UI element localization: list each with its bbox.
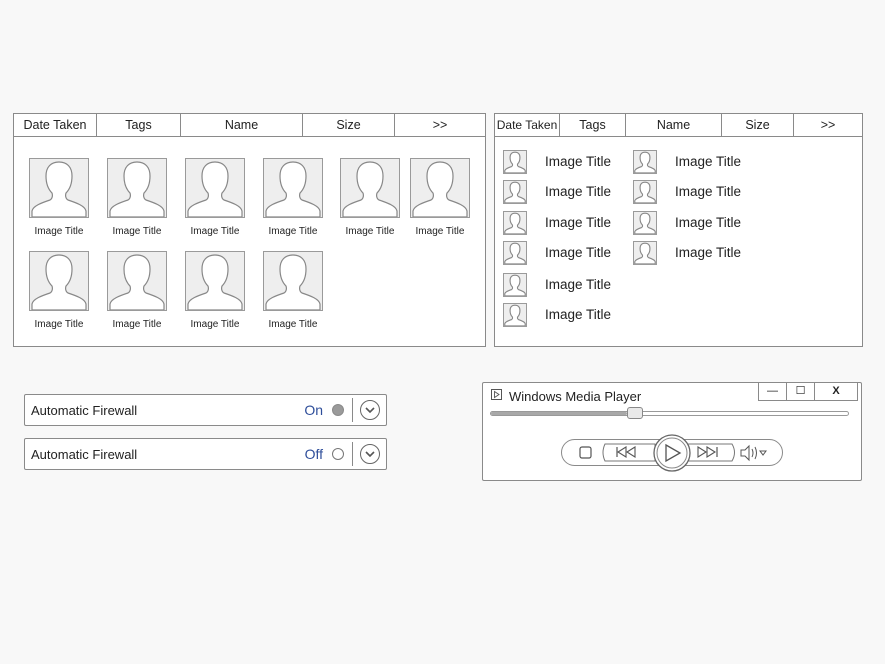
firewall-label: Automatic Firewall <box>31 403 138 418</box>
thumbnail-item[interactable]: Image Title <box>27 158 91 237</box>
person-silhouette-icon <box>107 251 167 311</box>
person-silhouette-icon <box>503 303 527 327</box>
person-silhouette-icon <box>633 241 657 265</box>
firewall-state: Off <box>304 446 323 462</box>
thumbnail-item[interactable]: Image Title <box>408 158 472 237</box>
thumbnail-area: Image Title Image Title Image Title Imag… <box>14 137 485 346</box>
thumbnail-item[interactable]: Image Title <box>27 251 91 330</box>
column-name[interactable]: Name <box>626 114 722 136</box>
list-item-title: Image Title <box>545 215 612 230</box>
thumbnail-title: Image Title <box>268 319 318 330</box>
previous-icon[interactable] <box>602 443 656 462</box>
firewall-toggle[interactable] <box>332 404 344 416</box>
column-tags[interactable]: Tags <box>97 114 181 136</box>
person-silhouette-icon <box>503 150 527 174</box>
firewall-label: Automatic Firewall <box>31 447 138 462</box>
person-silhouette-icon <box>29 251 89 311</box>
firewall-row-off: Automatic Firewall Off <box>24 438 387 470</box>
list-item-title: Image Title <box>545 245 612 260</box>
thumbnail-item[interactable]: Image Title <box>105 251 169 330</box>
volume-icon[interactable] <box>740 444 767 462</box>
thumbnail-item[interactable]: Image Title <box>261 158 325 237</box>
thumbnail-title: Image Title <box>112 226 162 237</box>
list-item-title: Image Title <box>545 184 612 199</box>
list-item-title: Image Title <box>545 277 612 292</box>
person-silhouette-icon <box>633 180 657 204</box>
column-date-taken[interactable]: Date Taken <box>14 114 97 136</box>
divider <box>352 398 353 422</box>
list-item-title: Image Title <box>545 307 612 322</box>
list-item-title: Image Title <box>675 184 742 199</box>
thumbnail-item[interactable]: Image Title <box>105 158 169 237</box>
person-silhouette-icon <box>185 251 245 311</box>
column-size[interactable]: Size <box>303 114 395 136</box>
image-grid-view: Date Taken Tags Name Size >> Image Title… <box>13 113 486 347</box>
person-silhouette-icon <box>503 273 527 297</box>
window-controls: — ☐ X <box>758 383 858 401</box>
column-more[interactable]: >> <box>395 114 485 136</box>
person-silhouette-icon <box>107 158 167 218</box>
column-date-taken[interactable]: Date Taken <box>495 114 560 136</box>
person-silhouette-icon <box>503 211 527 235</box>
media-player-app-icon <box>491 389 502 400</box>
list-item-title: Image Title <box>545 154 612 169</box>
thumbnail-title: Image Title <box>415 226 465 237</box>
thumbnail-title: Image Title <box>112 319 162 330</box>
column-name[interactable]: Name <box>181 114 303 136</box>
person-silhouette-icon <box>503 241 527 265</box>
transport-controls <box>579 434 767 472</box>
list-item-title: Image Title <box>675 215 742 230</box>
thumbnail-item[interactable]: Image Title <box>338 158 402 237</box>
window-title: Windows Media Player <box>509 389 642 404</box>
thumbnail-title: Image Title <box>345 226 395 237</box>
chevron-down-icon[interactable] <box>360 400 380 420</box>
thumbnail-item[interactable]: Image Title <box>261 251 325 330</box>
person-silhouette-icon <box>340 158 400 218</box>
person-silhouette-icon <box>263 251 323 311</box>
thumbnail-title: Image Title <box>34 226 84 237</box>
thumbnail-title: Image Title <box>190 319 240 330</box>
list-item-title: Image Title <box>675 245 742 260</box>
play-icon[interactable] <box>653 434 691 472</box>
thumbnail-title: Image Title <box>268 226 318 237</box>
column-size[interactable]: Size <box>722 114 794 136</box>
image-list-view: Date Taken Tags Name Size >> Image Title… <box>494 113 863 347</box>
person-silhouette-icon <box>29 158 89 218</box>
person-silhouette-icon <box>633 150 657 174</box>
chevron-down-icon[interactable] <box>360 444 380 464</box>
seek-bar-fill <box>491 412 628 415</box>
person-silhouette-icon <box>185 158 245 218</box>
seek-handle[interactable] <box>627 407 644 419</box>
maximize-button[interactable]: ☐ <box>787 383 815 400</box>
list-column-header: Date Taken Tags Name Size >> <box>495 114 862 137</box>
grid-column-header: Date Taken Tags Name Size >> <box>14 114 485 137</box>
thumbnail-item[interactable]: Image Title <box>183 251 247 330</box>
list-item-title: Image Title <box>675 154 742 169</box>
divider <box>352 442 353 466</box>
thumbnail-item[interactable]: Image Title <box>183 158 247 237</box>
person-silhouette-icon <box>410 158 470 218</box>
person-silhouette-icon <box>633 211 657 235</box>
column-tags[interactable]: Tags <box>560 114 626 136</box>
next-icon[interactable] <box>686 443 735 462</box>
close-button[interactable]: X <box>815 383 857 400</box>
minimize-button[interactable]: — <box>759 383 787 400</box>
seek-bar[interactable] <box>490 411 849 416</box>
column-more[interactable]: >> <box>794 114 862 136</box>
person-silhouette-icon <box>503 180 527 204</box>
firewall-row-on: Automatic Firewall On <box>24 394 387 426</box>
media-player-window: Windows Media Player — ☐ X <box>482 382 862 481</box>
thumbnail-title: Image Title <box>190 226 240 237</box>
firewall-toggle[interactable] <box>332 448 344 460</box>
stop-icon[interactable] <box>579 446 592 459</box>
person-silhouette-icon <box>263 158 323 218</box>
thumbnail-title: Image Title <box>34 319 84 330</box>
firewall-state: On <box>304 402 323 418</box>
